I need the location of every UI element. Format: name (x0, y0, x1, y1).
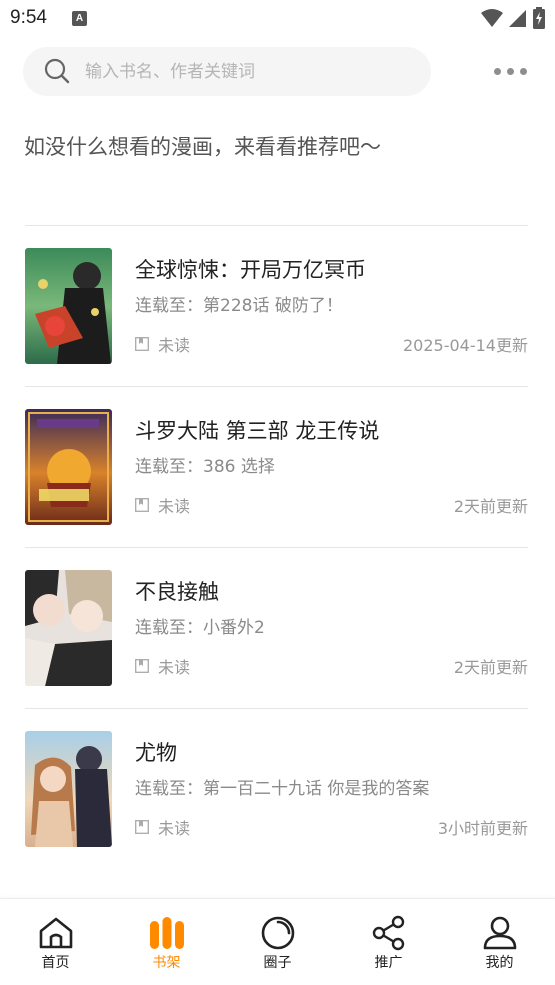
search-input[interactable] (85, 47, 405, 96)
read-status-row: 未读 (135, 654, 190, 678)
book-item[interactable]: 全球惊悚：开局万亿冥币 连载至：第228话 破防了！ 未读 2025-04-14… (25, 225, 528, 386)
update-time: 2天前更新 (453, 497, 528, 516)
more-dot-icon (506, 67, 514, 75)
book-cover[interactable] (25, 731, 112, 847)
share-icon (372, 915, 404, 951)
book-cover[interactable] (25, 409, 112, 525)
tab-circle[interactable]: 圈子 (222, 899, 333, 985)
book-title: 尤物 (135, 741, 177, 765)
bookmark-icon (135, 498, 149, 512)
battery-icon (533, 7, 545, 29)
read-status: 未读 (158, 819, 191, 838)
status-bar: 9:54 A (0, 0, 555, 38)
bookmark-icon (135, 820, 149, 834)
bookshelf-icon (149, 917, 184, 949)
read-status: 未读 (158, 658, 191, 677)
more-dot-icon (519, 67, 527, 75)
update-time: 2天前更新 (453, 658, 528, 677)
tab-label: 推广 (374, 955, 403, 971)
book-item[interactable]: 斗罗大陆 第三部 龙王传说 连载至：386 选择 未读 2天前更新 (25, 386, 528, 547)
search-icon (44, 58, 70, 84)
recommend-hint[interactable]: 如没什么想看的漫画，来看看推荐吧～ (24, 131, 381, 161)
bookmark-icon (135, 659, 149, 673)
bookshelf-list: 全球惊悚：开局万亿冥币 连载至：第228话 破防了！ 未读 2025-04-14… (25, 225, 528, 869)
book-item[interactable]: 尤物 连载至：第一百二十九话 你是我的答案 未读 3小时前更新 (25, 708, 528, 869)
book-title: 斗罗大陆 第三部 龙王传说 (135, 419, 380, 443)
tab-label: 首页 (41, 955, 70, 971)
wifi-icon (481, 9, 503, 27)
update-time: 3小时前更新 (437, 819, 528, 838)
latest-chapter: 连载至：386 选择 (135, 457, 275, 477)
latest-chapter: 连载至：小番外2 (135, 618, 265, 638)
latest-chapter: 连载至：第228话 破防了！ (135, 296, 343, 316)
home-icon (39, 917, 72, 949)
more-dot-icon (493, 67, 501, 75)
search-box[interactable] (23, 47, 431, 96)
read-status-row: 未读 (135, 332, 190, 356)
tab-bookshelf[interactable]: 书架 (111, 899, 222, 985)
status-time: 9:54 (10, 7, 47, 28)
profile-icon (483, 916, 516, 950)
more-button[interactable] (486, 58, 534, 84)
update-time: 2025-04-14更新 (403, 336, 528, 355)
tab-label: 书架 (152, 955, 181, 971)
tab-home[interactable]: 首页 (0, 899, 111, 985)
book-item[interactable]: 不良接触 连载至：小番外2 未读 2天前更新 (25, 547, 528, 708)
tab-profile[interactable]: 我的 (444, 899, 555, 985)
tab-promote[interactable]: 推广 (333, 899, 444, 985)
tab-label: 圈子 (263, 955, 292, 971)
read-status-row: 未读 (135, 815, 190, 839)
book-title: 全球惊悚：开局万亿冥币 (135, 258, 366, 282)
notification-icon: A (72, 11, 87, 26)
tab-label: 我的 (485, 955, 514, 971)
read-status: 未读 (158, 497, 191, 516)
book-title: 不良接触 (135, 580, 219, 604)
bottom-tab-bar: 首页 书架 圈子 推广 我的 (0, 898, 555, 985)
status-icons (481, 7, 545, 29)
signal-icon (509, 10, 526, 27)
book-cover[interactable] (25, 248, 112, 364)
book-cover[interactable] (25, 570, 112, 686)
circle-icon (261, 916, 294, 950)
read-status-row: 未读 (135, 493, 190, 517)
latest-chapter: 连载至：第一百二十九话 你是我的答案 (135, 779, 430, 799)
bookmark-icon (135, 337, 149, 351)
read-status: 未读 (158, 336, 191, 355)
